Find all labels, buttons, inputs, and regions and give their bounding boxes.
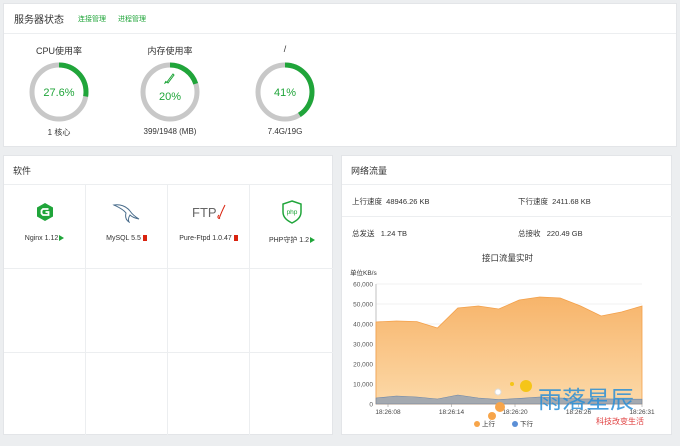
y-tick-label: 20,000 [353,362,373,369]
stopped-icon [142,235,147,241]
y-tick-label: 40,000 [353,322,373,329]
software-empty-slot [4,353,86,436]
y-tick-label: 0 [369,402,373,409]
software-item-php-guard[interactable]: php PHP守护 1.2 [250,185,334,269]
download-speed-label: 下行速度 [518,197,548,206]
svg-text:FTP: FTP [192,205,217,220]
total-received: 总接收 220.49 GB [518,228,583,239]
stopped-icon [233,235,238,241]
php-shield-icon: php [282,200,302,224]
software-grid: Nginx 1.12 MySQL 5.5 FTP Pure-Ftpd 1.0.4… [4,185,334,436]
php-guard-label: PHP守护 1.2 [268,237,310,244]
x-tick-label: 18:26:14 [439,409,465,416]
cpu-gauge-ring: 27.6% [29,62,89,122]
y-tick-label: 50,000 [353,302,373,309]
total-received-label: 总接收 [518,229,541,238]
software-empty-slot [250,269,334,353]
software-item-pure-ftpd[interactable]: FTP Pure-Ftpd 1.0.47 [168,185,250,269]
running-icon [59,235,65,241]
total-received-value: 220.49 GB [546,229,583,238]
software-empty-slot [86,353,168,436]
x-tick-label: 18:26:08 [375,409,401,416]
connection-management-link[interactable]: 连接管理 [78,14,106,24]
software-title: 软件 [4,156,332,185]
cpu-gauge[interactable]: CPU使用率 27.6% 1 核心 [4,44,114,138]
rocket-icon [163,73,175,85]
chart-title: 接口流量实时 [481,253,533,263]
process-management-link[interactable]: 进程管理 [118,14,146,24]
cpu-cores: 1 核心 [47,128,71,137]
watermark-logo: 雨落星辰 科技改变生活 [488,380,644,426]
download-speed-value: 2411.68 KB [552,197,591,206]
server-status-panel: 服务器状态 连接管理 进程管理 CPU使用率 27.6% 1 核心 内存使用率 … [3,3,677,147]
software-empty-slot [168,353,250,436]
software-panel: 软件 Nginx 1.12 MySQL 5.5 FTP Pure-Ftpd 1.… [3,155,334,436]
disk-gauge-value: 41% [274,87,296,99]
y-tick-label: 30,000 [353,342,373,349]
total-sent: 总发送 1.24 TB [352,228,407,239]
ftp-icon: FTP [192,204,225,220]
y-tick-label: 60,000 [353,282,373,289]
disk-gauge[interactable]: / 41% 7.4G/19G [230,44,340,136]
total-sent-label: 总发送 [352,229,375,238]
software-empty-slot [86,269,168,353]
mysql-label: MySQL 5.5 [106,235,141,242]
software-empty-slot [168,269,250,353]
upload-speed-value: 48946.26 KB [386,197,430,206]
running-icon [310,237,316,243]
memory-gauge[interactable]: 内存使用率 20% 399/1948 (MB) [115,44,225,136]
memory-gauge-label: 内存使用率 [147,46,193,56]
cpu-gauge-value: 27.6% [43,87,74,99]
memory-gauge-value: 20% [159,91,181,103]
pure-ftpd-label: Pure-Ftpd 1.0.47 [179,235,232,242]
total-sent-value: 1.24 TB [380,229,408,238]
svg-text:雨落星辰: 雨落星辰 [538,386,634,414]
software-item-nginx[interactable]: Nginx 1.12 [4,185,86,269]
disk-usage: 7.4G/19G [267,127,303,136]
network-title: 网络流量 [342,156,671,185]
svg-text:科技改变生活: 科技改变生活 [596,416,644,426]
software-empty-slot [4,269,86,353]
svg-text:php: php [287,209,298,216]
server-status-title: 服务器状态 [14,15,64,26]
server-status-header: 服务器状态 连接管理 进程管理 [4,4,676,34]
upload-speed: 上行速度 48946.26 KB [352,196,430,207]
cpu-gauge-label: CPU使用率 [35,46,82,56]
divider [342,216,673,217]
upload-speed-label: 上行速度 [352,197,382,206]
y-tick-label: 10,000 [353,382,373,389]
disk-gauge-label: / [283,44,287,54]
software-item-mysql[interactable]: MySQL 5.5 [86,185,168,269]
disk-gauge-ring: 41% [255,62,315,122]
download-speed: 下行速度 2411.68 KB [518,196,591,207]
nginx-icon [36,203,53,221]
nginx-label: Nginx 1.12 [24,235,59,242]
memory-usage: 399/1948 (MB) [143,127,197,136]
mysql-dolphin-icon [111,204,139,223]
memory-gauge-ring: 20% [140,62,200,122]
software-empty-slot [250,353,334,436]
